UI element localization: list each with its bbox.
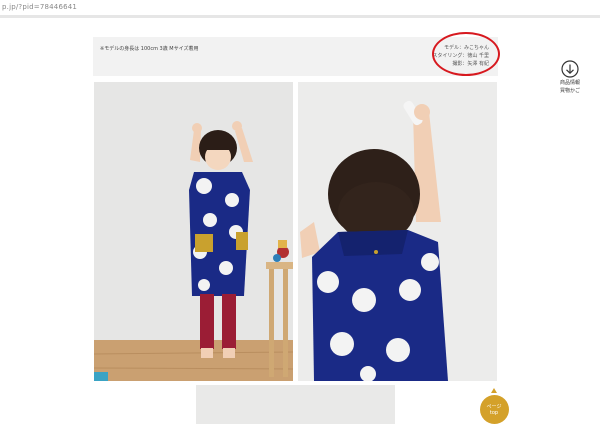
to-top-line2: top <box>489 409 499 416</box>
browser-url-bar[interactable]: p.jp/?pid=78446641 <box>0 0 600 18</box>
model-height-note: ※モデルの身長は 100cm 3歳 Mサイズ着用 <box>100 46 199 52</box>
product-photo-next[interactable] <box>196 385 395 424</box>
product-info-link[interactable]: 商品情報 買物かご <box>558 60 582 94</box>
caret-up-icon <box>491 388 497 393</box>
url-text: p.jp/?pid=78446641 <box>2 3 78 11</box>
product-photo-back[interactable] <box>298 82 497 381</box>
red-annotation-circle <box>432 32 500 76</box>
cart-label: 買物かご <box>559 88 580 94</box>
arrow-down-circle-icon <box>561 60 579 78</box>
back-to-top-button[interactable]: ページ top <box>478 388 510 424</box>
to-top-circle: ページ top <box>479 395 509 424</box>
child-back-illustration <box>298 82 497 381</box>
child-front-illustration <box>94 82 293 381</box>
product-photo-front[interactable] <box>94 82 293 381</box>
product-info-label: 商品情報 <box>559 80 580 86</box>
